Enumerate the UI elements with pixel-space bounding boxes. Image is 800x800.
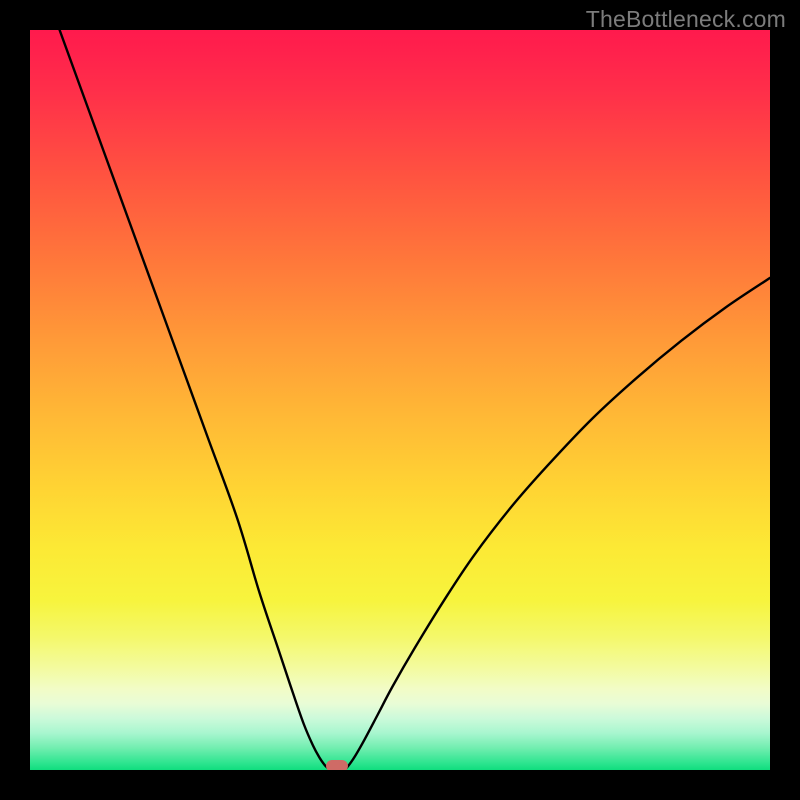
curve-left-branch (60, 30, 329, 769)
plot-area (30, 30, 770, 770)
chart-frame: TheBottleneck.com (0, 0, 800, 800)
optimum-marker (326, 760, 348, 770)
watermark-text: TheBottleneck.com (586, 6, 786, 33)
curve-layer (30, 30, 770, 770)
curve-right-branch (346, 278, 770, 769)
